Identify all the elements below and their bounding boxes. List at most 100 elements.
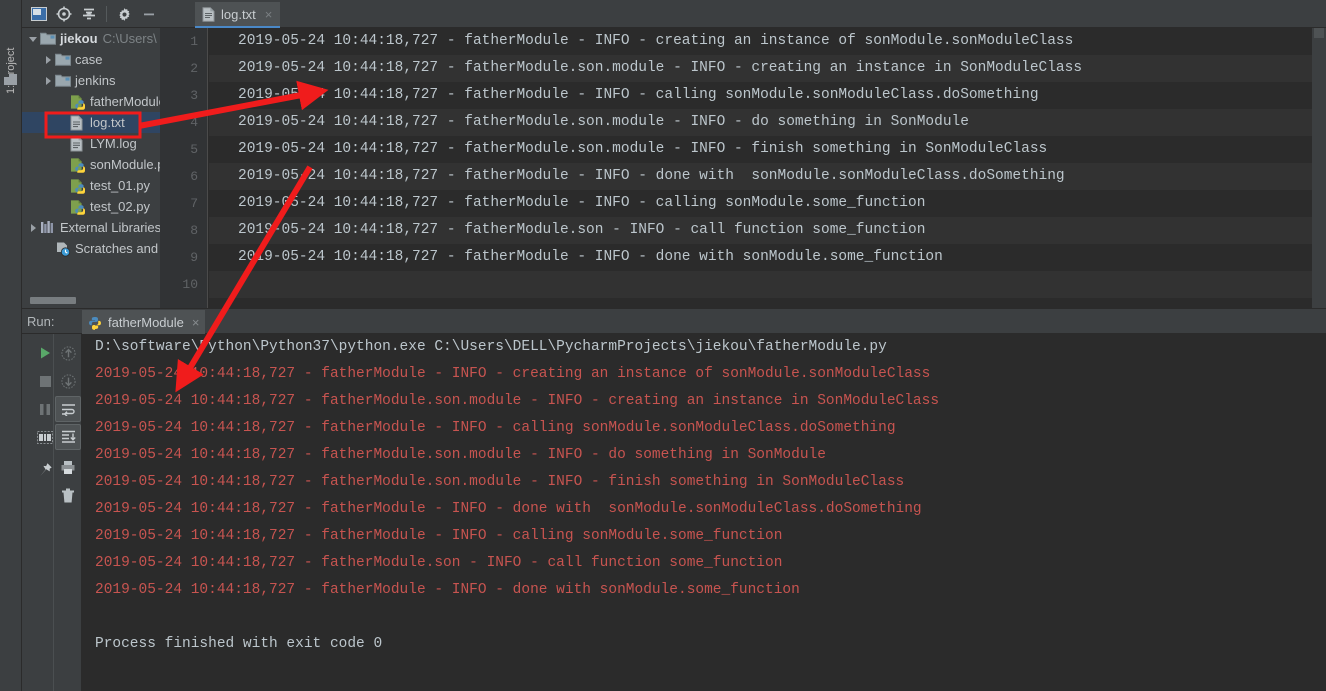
down-arrow-icon[interactable] [55,368,81,394]
editor-line[interactable]: 2019-05-24 10:44:18,727 - fatherModule -… [209,28,1312,55]
editor-line[interactable]: 2019-05-24 10:44:18,727 - fatherModule.s… [209,55,1312,82]
console-line: 2019-05-24 10:44:18,727 - fatherModule.s… [95,555,783,571]
tree-item-label: jiekou [60,31,98,46]
run-label: Run: [27,314,55,329]
tree-item-test-02-py[interactable]: test_02.py [22,196,160,217]
tree-item-label: jenkins [75,73,116,88]
tree-item-label: case [75,52,103,67]
run-console[interactable]: D:\software\Python\Python37\python.exe C… [81,334,1326,691]
console-line: 2019-05-24 10:44:18,727 - fatherModule -… [95,420,896,436]
tree-item-test-01-py[interactable]: test_01.py [22,175,160,196]
line-number: 9 [190,250,198,265]
console-line: 2019-05-24 10:44:18,727 - fatherModule.s… [95,393,940,409]
locate-file-icon[interactable] [53,3,75,25]
tree-item-fathermodule[interactable]: fatherModule. [22,91,160,112]
tree-item-label: log.txt [90,115,125,130]
tree-item-scratches-and-co[interactable]: Scratches and Co [22,238,160,259]
tree-item-label: External Libraries [60,220,160,235]
close-icon[interactable]: × [192,315,200,330]
scratches-icon [55,241,71,257]
editor-line[interactable]: 2019-05-24 10:44:18,727 - fatherModule.s… [209,109,1312,136]
tree-item-label: test_02.py [90,199,150,214]
line-number: 10 [182,277,198,292]
libraries-icon [40,220,56,236]
pycharm-window: 1: Project log.txt × jiekou C:\Users\ ca… [0,0,1326,691]
tree-item-jiekou[interactable]: jiekou C:\Users\ [22,28,160,49]
line-number: 7 [190,196,198,211]
run-tab-label: fatherModule [108,315,184,330]
folder-icon [55,52,71,68]
project-hscrollbar-thumb[interactable] [30,297,76,304]
editor-code[interactable]: 2019-05-24 10:44:18,727 - fatherModule -… [209,28,1312,308]
console-line: 2019-05-24 10:44:18,727 - fatherModule.s… [95,474,905,490]
editor-line[interactable]: 2019-05-24 10:44:18,727 - fatherModule -… [209,190,1312,217]
tree-item-sonmodule-py[interactable]: sonModule.py [22,154,160,175]
trash-icon[interactable] [55,482,81,508]
tree-item-path: C:\Users\ [102,31,157,46]
run-toolbar-right [53,334,81,691]
soft-wrap-icon[interactable] [55,396,81,422]
text-file-icon [70,115,86,131]
tree-item-jenkins[interactable]: jenkins [22,70,160,91]
line-number: 4 [190,115,198,130]
python-file-icon [70,199,86,215]
python-file-icon [70,94,86,110]
editor-vscrollbar-thumb[interactable] [1314,28,1324,38]
left-tool-strip: 1: Project [0,0,22,691]
console-line: 2019-05-24 10:44:18,727 - fatherModule -… [95,582,800,598]
run-tab-fathermodule[interactable]: fatherModule × [82,310,206,335]
chevron-down-icon[interactable] [28,33,39,44]
tree-item-external-libraries[interactable]: External Libraries [22,217,160,238]
chevron-right-icon[interactable] [43,54,54,65]
editor-vscrollbar[interactable] [1312,28,1326,308]
editor-tab-log-txt[interactable]: log.txt × [195,2,281,28]
text-file-icon [70,136,86,152]
line-number: 1 [190,34,198,49]
editor-line[interactable]: 2019-05-24 10:44:18,727 - fatherModule -… [209,244,1312,271]
editor-line[interactable] [209,271,1312,298]
tree-item-label: Scratches and Co [75,241,160,256]
structure-icon[interactable] [4,74,17,85]
tree-item-lym-log[interactable]: LYM.log [22,133,160,154]
python-file-icon [88,316,102,330]
editor-line[interactable]: 2019-05-24 10:44:18,727 - fatherModule.s… [209,136,1312,163]
up-arrow-icon[interactable] [55,340,81,366]
console-line: 2019-05-24 10:44:18,727 - fatherModule -… [95,501,922,517]
editor-line[interactable]: 2019-05-24 10:44:18,727 - fatherModule.s… [209,217,1312,244]
python-file-icon [70,178,86,194]
line-number: 3 [190,88,198,103]
tree-item-case[interactable]: case [22,49,160,70]
editor-line[interactable]: 2019-05-24 10:44:18,727 - fatherModule -… [209,163,1312,190]
project-window-icon[interactable] [28,3,50,25]
print-icon[interactable] [55,454,81,480]
close-icon[interactable]: × [265,8,273,21]
collapse-all-icon[interactable] [78,3,100,25]
chevron-right-icon[interactable] [28,222,39,233]
project-tree-panel[interactable]: jiekou C:\Users\ case jenkins fatherModule. l… [22,28,160,308]
python-file-icon [70,157,86,173]
console-line: 2019-05-24 10:44:18,727 - fatherModule.s… [95,447,826,463]
editor-area[interactable]: 1 2 3 4 5 6 7 8 9 10 2019-05-24 10:44:18,727 - fa… [160,28,1326,308]
folder-icon [40,31,56,47]
tree-item-label: sonModule.py [90,157,160,172]
hide-icon[interactable] [138,3,160,25]
editor-gutter: 1 2 3 4 5 6 7 8 9 10 [160,28,208,308]
tree-item-log-txt[interactable]: log.txt [22,112,160,133]
console-line: 2019-05-24 10:44:18,727 - fatherModule -… [95,528,783,544]
run-tool-window-header: Run: fatherModule × [22,308,1326,335]
scroll-to-end-icon[interactable] [55,424,81,450]
line-number: 8 [190,223,198,238]
text-file-icon [202,6,215,22]
chevron-right-icon[interactable] [43,75,54,86]
editor-line[interactable]: 2019-05-24 10:44:18,727 - fatherModule -… [209,82,1312,109]
editor-tab-bar: log.txt × [195,0,281,28]
settings-gear-icon[interactable] [113,3,135,25]
folder-icon [55,73,71,89]
